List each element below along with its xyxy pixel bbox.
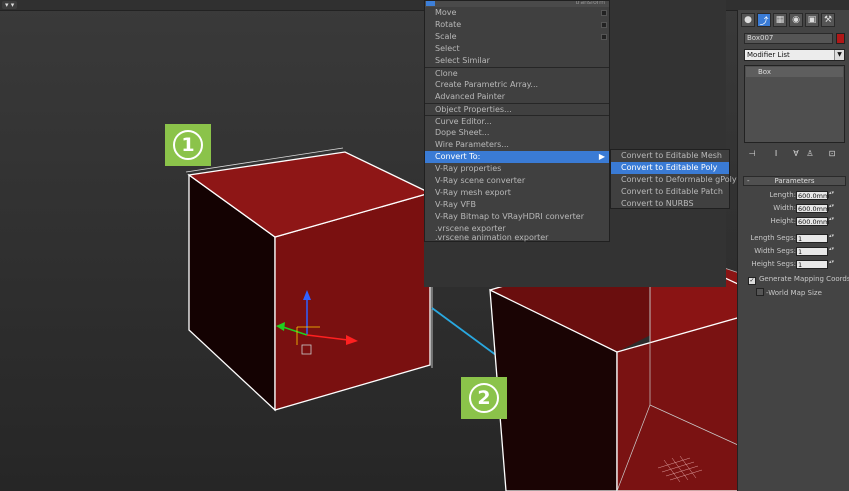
parameters-rollout-header[interactable]: - Parameters [743,176,846,186]
menu-item-vray-vfb[interactable]: V-Ray VFB [425,199,609,211]
height-segs-field[interactable]: 1 [796,260,828,269]
hierarchy-tab-icon[interactable]: ▦ [773,13,787,27]
collapse-icon: - [747,177,750,185]
show-end-result-icon[interactable]: I [770,147,782,159]
menu-item-clone[interactable]: Clone [425,67,609,79]
menu-item-curve-editor[interactable]: Curve Editor... [425,115,609,127]
menu-item-convert-editable-poly[interactable]: Convert to Editable Poly [611,162,729,174]
menu-item-vray-bitmap-converter[interactable]: V-Ray Bitmap to VRayHDRI converter [425,211,609,223]
menu-item-parametric-array[interactable]: Create Parametric Array... [425,79,609,91]
convert-to-submenu: Convert to Editable Mesh Convert to Edit… [610,149,737,209]
checkbox-icon[interactable] [756,288,764,296]
menu-item-vray-mesh-export[interactable]: V-Ray mesh export [425,187,609,199]
stack-item-box[interactable]: Box [746,67,843,77]
width-segs-spinner-icon[interactable]: ▴▾ [829,247,834,256]
length-segs-spinner-icon[interactable]: ▴▾ [829,234,834,243]
menu-item-vrscene-animation-exporter[interactable]: .vrscene animation exporter [425,234,609,242]
param-length-segs: Length Segs: 1 ▴▾ [750,233,835,243]
menu-item-select-similar[interactable]: Select Similar [425,55,609,67]
width-spinner-icon[interactable]: ▴▾ [829,204,834,213]
menu-item-vray-scene-converter[interactable]: V-Ray scene converter [425,175,609,187]
height-spinner-icon[interactable]: ▴▾ [829,217,834,226]
menu-item-convert-deformable-gpoly[interactable]: Convert to Deformable gPoly [611,174,737,186]
width-field[interactable]: 600.0mm [796,204,829,213]
menu-item-scale[interactable]: Scale [425,31,609,43]
command-panel: ● ⤴ ▦ ◉ ▣ ⚒ Box007 Modifier List ▼ Box ⊣ … [737,10,849,491]
create-tab-icon[interactable]: ● [741,13,755,27]
height-segs-spinner-icon[interactable]: ▴▾ [829,260,834,269]
quad-menu: transform Move Rotate Scale Select Selec… [424,0,610,242]
modify-tab-icon[interactable]: ⤴ [757,13,771,27]
stack-toolbar: ⊣ I ∀ ♙ ⊡ [744,147,845,161]
menu-item-advanced-painter[interactable]: Advanced Painter [425,91,609,103]
param-height-segs: Height Segs: 1 ▴▾ [751,259,835,269]
menu-item-rotate[interactable]: Rotate [425,19,609,31]
param-length: Length: 600.0mm ▴▾ [769,190,835,200]
step-badge-1: 1 [165,124,211,166]
param-width-segs: Width Segs: 1 ▴▾ [754,246,835,256]
menu-item-vray-properties[interactable]: V-Ray properties [425,163,609,175]
object-color-swatch[interactable] [836,33,845,44]
param-width: Width: 600.0mm ▴▾ [773,203,835,213]
height-field[interactable]: 600.0mm [796,217,829,226]
modifier-stack[interactable]: Box [744,65,845,143]
submenu-arrow-icon: ▶ [598,152,605,161]
menu-item-object-properties[interactable]: Object Properties... [425,103,609,115]
menu-item-move[interactable]: Move [425,7,609,19]
remove-modifier-icon[interactable]: ♙ [804,147,816,159]
menu-item-wire-parameters[interactable]: Wire Parameters... [425,139,609,151]
utilities-tab-icon[interactable]: ⚒ [821,13,835,27]
step-badge-2: 2 [461,377,507,419]
configure-modifier-sets-icon[interactable]: ⊡ [826,147,838,159]
object-name-field[interactable]: Box007 [744,33,833,44]
pin-stack-icon[interactable]: ⊣ [746,147,758,159]
length-spinner-icon[interactable]: ▴▾ [829,191,834,200]
param-height: Height: 600.0mm ▴▾ [770,216,835,226]
motion-tab-icon[interactable]: ◉ [789,13,803,27]
move-settings-icon[interactable] [601,10,607,16]
modifier-list-dropdown[interactable]: Modifier List ▼ [744,49,845,61]
generate-mapping-checkbox[interactable]: ✓ Generate Mapping Coords. [748,275,849,285]
scale-settings-icon[interactable] [601,34,607,40]
menu-item-dope-sheet[interactable]: Dope Sheet... [425,127,609,139]
box-1[interactable] [185,147,433,412]
rotate-settings-icon[interactable] [601,22,607,28]
display-tab-icon[interactable]: ▣ [805,13,819,27]
length-segs-field[interactable]: 1 [796,234,828,243]
real-world-map-size-checkbox[interactable]: -World Map Size [756,288,822,297]
menu-item-convert-to[interactable]: Convert To: ▶ [425,151,609,163]
length-field[interactable]: 600.0mm [796,191,829,200]
menu-item-convert-editable-patch[interactable]: Convert to Editable Patch [611,186,729,198]
width-segs-field[interactable]: 1 [796,247,828,256]
make-unique-icon[interactable]: ∀ [790,147,802,159]
menu-item-convert-editable-mesh[interactable]: Convert to Editable Mesh [611,150,729,162]
chevron-down-icon[interactable]: ▼ [834,50,844,60]
checkbox-checked-icon[interactable]: ✓ [748,277,756,285]
menu-item-convert-nurbs[interactable]: Convert to NURBS [611,198,729,208]
menu-item-select[interactable]: Select [425,43,609,55]
